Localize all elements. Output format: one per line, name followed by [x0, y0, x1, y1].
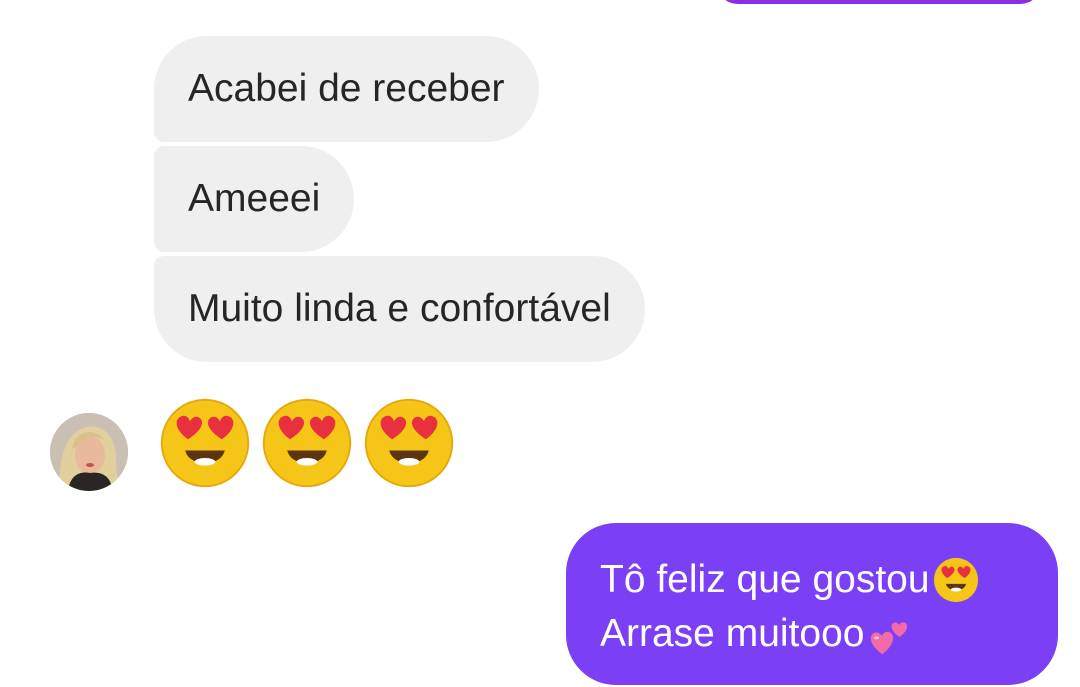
heart-eyes-emoji [364, 398, 454, 488]
heart-eyes-emoji [932, 556, 980, 604]
message-text: Muito linda e confortável [188, 287, 611, 330]
two-hearts-emoji [866, 610, 914, 658]
message-text: Arrase muitooo [600, 612, 865, 655]
message-text: Tô feliz que gostou [600, 558, 930, 601]
incoming-message-bubble[interactable]: Ameeei [154, 146, 355, 252]
heart-eyes-emoji [262, 398, 352, 488]
message-text: Acabei de receber [188, 67, 505, 110]
avatar-photo [50, 413, 128, 491]
message-line: Arrase muitooo [600, 607, 1024, 661]
incoming-message-bubble[interactable]: Muito linda e confortável [154, 256, 645, 362]
previous-outgoing-bubble[interactable] [716, 0, 1042, 4]
message-line: Tô feliz que gostou [600, 553, 1024, 607]
incoming-message-bubble[interactable]: Acabei de receber [154, 36, 539, 142]
outgoing-message-bubble[interactable]: Tô feliz que gostou Arrase muitooo [566, 523, 1058, 685]
message-text: Ameeei [188, 177, 321, 220]
heart-eyes-emoji [160, 398, 250, 488]
emoji-reaction-message[interactable] [158, 396, 456, 490]
sender-avatar[interactable] [50, 413, 128, 491]
